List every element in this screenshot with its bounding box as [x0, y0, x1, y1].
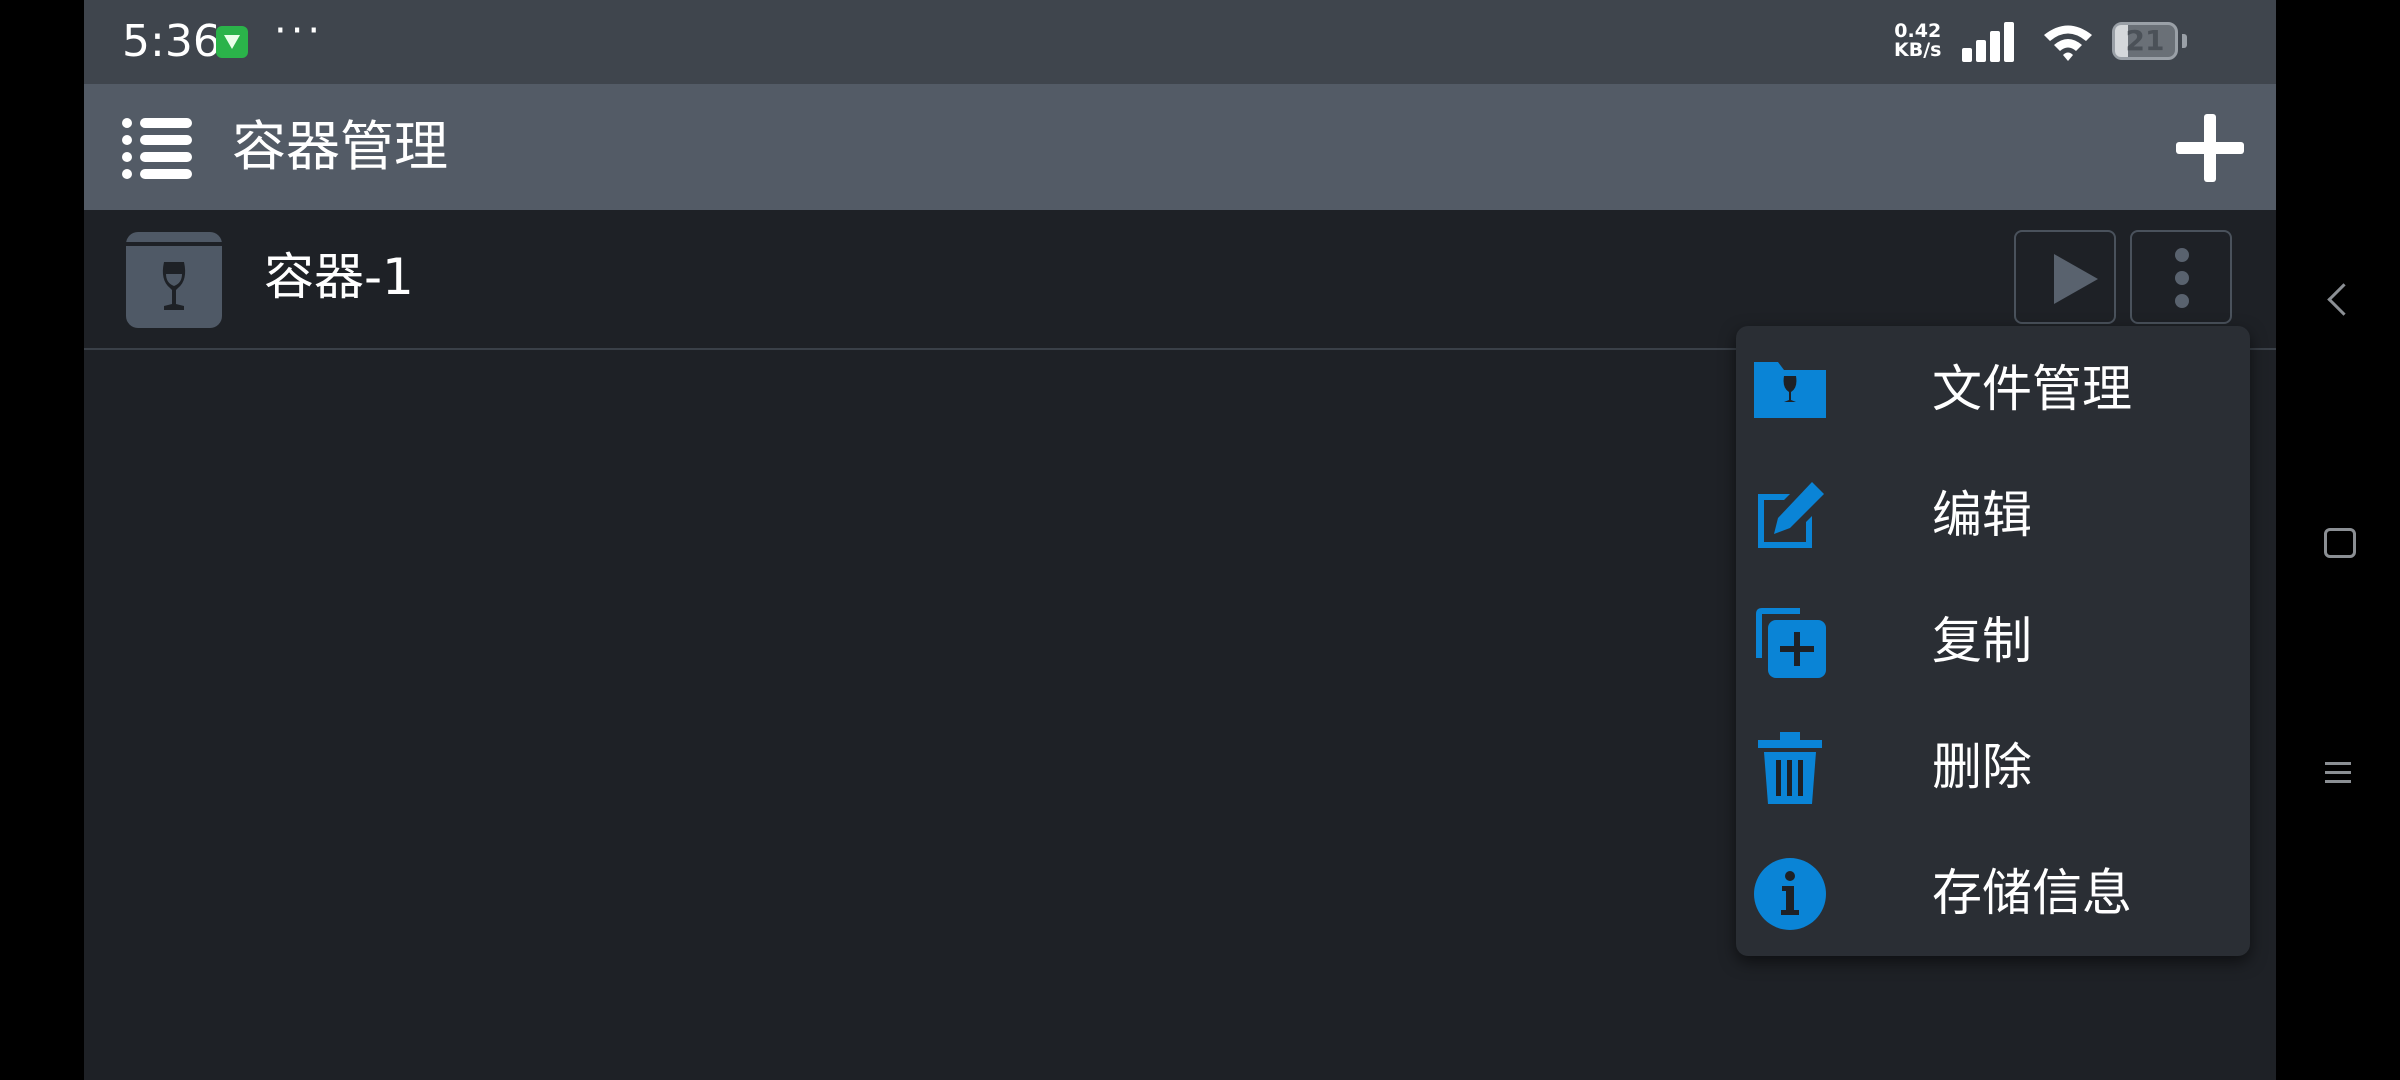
menu-item-label: 复制: [1932, 612, 2032, 670]
info-icon: [1754, 858, 1826, 930]
menu-item-delete[interactable]: 删除: [1736, 704, 2250, 830]
page-title: 容器管理: [232, 115, 448, 178]
home-icon[interactable]: [2324, 528, 2356, 558]
menu-item-storage-info[interactable]: 存储信息: [1736, 830, 2250, 956]
status-time: 5:36: [122, 16, 221, 67]
more-notifications-indicator: ···: [274, 8, 325, 54]
wine-glass-icon: [126, 232, 222, 328]
battery-level: 21: [2125, 24, 2165, 57]
container-options-menu: 文件管理 编辑 复制 删除 存储信息: [1736, 326, 2250, 956]
menu-item-duplicate[interactable]: 复制: [1736, 578, 2250, 704]
menu-item-file-manager[interactable]: 文件管理: [1736, 326, 2250, 452]
folder-icon: [1754, 362, 1826, 418]
container-name: 容器-1: [264, 248, 414, 306]
wifi-icon: [2044, 25, 2092, 61]
trash-icon: [1758, 732, 1822, 804]
menu-item-edit[interactable]: 编辑: [1736, 452, 2250, 578]
edit-icon: [1758, 482, 1824, 548]
battery-icon: 21: [2112, 22, 2178, 60]
status-bar: 5:36 ··· 0.42 KB/s 21: [84, 0, 2276, 84]
menu-item-label: 文件管理: [1932, 360, 2132, 418]
battery-tip: [2182, 34, 2187, 48]
network-speed: 0.42 KB/s: [1894, 22, 1941, 60]
menu-item-label: 存储信息: [1932, 864, 2132, 922]
app-bar: 容器管理: [84, 84, 2276, 210]
more-options-button[interactable]: [2130, 230, 2232, 324]
duplicate-icon: [1756, 608, 1826, 678]
menu-item-label: 编辑: [1932, 486, 2032, 544]
menu-item-label: 删除: [1932, 738, 2032, 796]
add-container-button[interactable]: [2174, 112, 2246, 184]
recent-apps-icon[interactable]: [2325, 762, 2351, 784]
app-screen: 5:36 ··· 0.42 KB/s 21 容器管理 容器-1 文件管理 编辑 …: [84, 0, 2276, 1080]
run-container-button[interactable]: [2014, 230, 2116, 324]
network-speed-unit: KB/s: [1894, 39, 1942, 61]
app-notification-icon: [216, 26, 248, 58]
hamburger-menu-icon[interactable]: [122, 118, 194, 179]
cellular-signal-icon: [1962, 20, 2020, 62]
